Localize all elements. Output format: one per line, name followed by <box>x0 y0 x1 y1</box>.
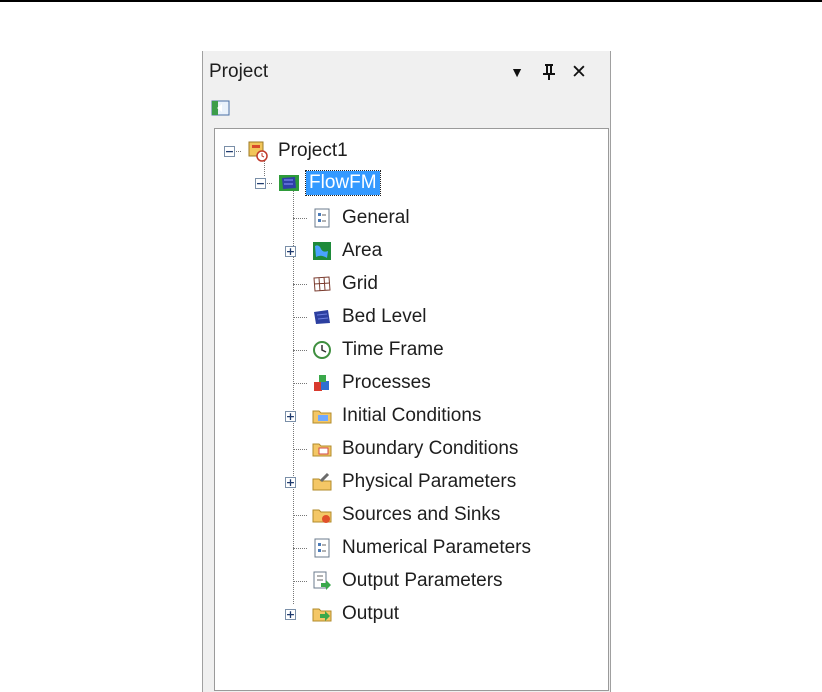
tree-line <box>293 350 307 351</box>
tree-node-physical-parameters[interactable]: Physical Parameters <box>311 468 519 496</box>
project-icon <box>248 141 268 162</box>
tree-node-general[interactable]: General <box>311 204 413 232</box>
top-divider <box>0 0 822 2</box>
collapse-all-button[interactable] <box>211 99 233 119</box>
tree-node-output-parameters[interactable]: Output Parameters <box>311 567 506 595</box>
tree-node-bed-level[interactable]: Bed Level <box>311 303 430 331</box>
project-panel: Project ▼ ✕ − Project1 − FlowFM General … <box>202 51 611 692</box>
close-button[interactable]: ✕ <box>567 59 591 85</box>
panel-title: Project <box>209 61 269 82</box>
project-tree[interactable]: − Project1 − FlowFM General + Area Grid … <box>214 128 609 691</box>
pin-button[interactable] <box>537 59 561 85</box>
tree-node-project1[interactable]: Project1 <box>247 137 351 165</box>
expand-toggle[interactable]: + <box>285 477 296 488</box>
tree-line <box>293 581 307 582</box>
tree-node-label: Sources and Sinks <box>342 504 501 525</box>
tree-line <box>293 449 307 450</box>
tree-node-label: Bed Level <box>342 306 427 327</box>
expand-toggle[interactable]: + <box>285 411 296 422</box>
tree-line <box>293 218 307 219</box>
tree-line <box>293 284 307 285</box>
tree-line <box>293 383 307 384</box>
sources-sinks-folder-icon <box>312 509 332 523</box>
bed-level-icon <box>314 310 330 324</box>
output-folder-icon <box>312 608 332 622</box>
dropdown-arrow-icon: ▼ <box>510 64 524 80</box>
tree-node-initial-conditions[interactable]: Initial Conditions <box>311 402 484 430</box>
tree-node-label: Grid <box>342 273 378 294</box>
expand-toggle[interactable]: + <box>285 609 296 620</box>
area-map-icon <box>313 242 331 260</box>
tree-line <box>293 317 307 318</box>
clock-icon <box>313 341 331 359</box>
tree-line <box>293 548 307 549</box>
tree-node-label: Time Frame <box>342 339 444 360</box>
tree-node-time-frame[interactable]: Time Frame <box>311 336 447 364</box>
tree-node-flowfm[interactable]: FlowFM <box>278 169 381 197</box>
tree-node-label: Physical Parameters <box>342 471 517 492</box>
tree-node-label: Initial Conditions <box>342 405 482 426</box>
tree-node-sources-and-sinks[interactable]: Sources and Sinks <box>311 501 503 529</box>
tree-node-label: Processes <box>342 372 431 393</box>
tree-line <box>293 515 307 516</box>
tree-node-area[interactable]: Area <box>311 237 385 265</box>
tree-node-label: Project1 <box>278 140 348 161</box>
general-document-icon <box>314 208 330 228</box>
close-icon: ✕ <box>571 61 587 83</box>
tree-node-label: Output <box>342 603 400 624</box>
initial-conditions-folder-icon <box>312 410 332 424</box>
tree-node-label: General <box>342 207 410 228</box>
tree-node-output[interactable]: Output <box>311 600 402 628</box>
grid-icon <box>313 276 331 292</box>
tree-node-label: FlowFM <box>305 170 381 196</box>
tree-node-processes[interactable]: Processes <box>311 369 434 397</box>
boundary-conditions-folder-icon <box>312 443 332 457</box>
collapse-toggle[interactable]: − <box>255 178 266 189</box>
collapse-toggle[interactable]: − <box>224 146 235 157</box>
output-parameters-document-icon <box>313 571 331 590</box>
numerical-parameters-document-icon <box>314 538 330 558</box>
tree-node-grid[interactable]: Grid <box>311 270 381 298</box>
pin-icon <box>543 64 555 80</box>
flowfm-model-icon <box>279 175 299 191</box>
collapse-panel-icon <box>211 100 230 116</box>
tree-node-label: Output Parameters <box>342 570 503 591</box>
tree-node-label: Numerical Parameters <box>342 537 531 558</box>
tree-node-numerical-parameters[interactable]: Numerical Parameters <box>311 534 534 562</box>
expand-toggle[interactable]: + <box>285 246 296 257</box>
processes-icon <box>314 375 329 391</box>
dropdown-button[interactable]: ▼ <box>505 59 529 85</box>
tree-node-label: Area <box>342 240 383 261</box>
tree-node-label: Boundary Conditions <box>342 438 519 459</box>
physical-parameters-folder-icon <box>312 472 332 491</box>
tree-node-boundary-conditions[interactable]: Boundary Conditions <box>311 435 521 463</box>
